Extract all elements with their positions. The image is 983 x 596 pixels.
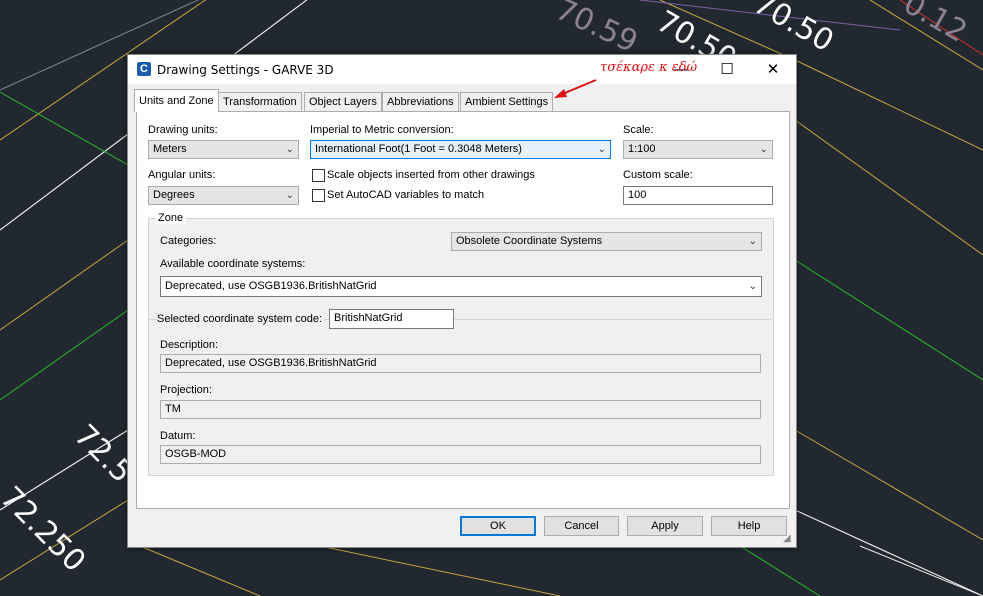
angular-units-label: Angular units: — [148, 169, 216, 181]
annotation-text: τσέκαρε κ εδώ — [600, 60, 698, 75]
projection-label: Projection: — [160, 384, 212, 396]
datum-field: OSGB-MOD — [160, 445, 761, 464]
custom-scale-input[interactable]: 100 — [623, 186, 773, 205]
imperial-conversion-value: International Foot(1 Foot = 0.3048 Meter… — [315, 143, 522, 155]
imperial-conversion-label: Imperial to Metric conversion: — [310, 124, 454, 136]
code-label: Selected coordinate system code: — [157, 313, 325, 325]
chevron-down-icon: ⌄ — [597, 144, 606, 155]
scale-value: 1:100 — [628, 143, 656, 155]
chevron-down-icon: ⌄ — [748, 281, 757, 292]
set-autocad-vars-label[interactable]: Set AutoCAD variables to match — [327, 189, 484, 201]
angular-units-value: Degrees — [153, 189, 195, 201]
custom-scale-label: Custom scale: — [623, 169, 693, 181]
civil-app-icon: C — [137, 62, 151, 76]
chevron-down-icon: ⌄ — [748, 236, 757, 247]
chevron-down-icon: ⌄ — [759, 144, 768, 155]
drawing-units-select[interactable]: Meters ⌄ — [148, 140, 299, 159]
datum-label: Datum: — [160, 430, 196, 442]
chevron-down-icon: ⌄ — [285, 190, 294, 201]
categories-value: Obsolete Coordinate Systems — [456, 235, 603, 247]
projection-field: TM — [160, 400, 761, 419]
maximize-button[interactable]: ☐ — [704, 55, 750, 84]
drawing-units-label: Drawing units: — [148, 124, 218, 136]
cancel-button[interactable]: Cancel — [544, 516, 619, 536]
available-systems-value: Deprecated, use OSGB1936.BritishNatGrid — [165, 280, 377, 292]
annotation-arrow-icon — [554, 79, 597, 98]
set-autocad-vars-checkbox[interactable] — [312, 189, 325, 202]
ok-button[interactable]: OK — [460, 516, 536, 536]
scale-objects-label[interactable]: Scale objects inserted from other drawin… — [327, 169, 535, 181]
close-button[interactable]: ✕ — [750, 55, 796, 84]
tab-units-and-zone[interactable]: Units and Zone — [134, 89, 219, 112]
description-field: Deprecated, use OSGB1936.BritishNatGrid — [160, 354, 761, 373]
scale-select[interactable]: 1:100 ⌄ — [623, 140, 773, 159]
categories-label: Categories: — [160, 235, 217, 247]
imperial-conversion-select[interactable]: International Foot(1 Foot = 0.3048 Meter… — [310, 140, 611, 159]
tab-ambient-settings[interactable]: Ambient Settings — [460, 92, 554, 112]
help-button[interactable]: Help — [711, 516, 787, 536]
tab-abbreviations[interactable]: Abbreviations — [382, 92, 459, 112]
dialog-title: Drawing Settings - GARVE 3D — [157, 63, 334, 77]
apply-button[interactable]: Apply — [627, 516, 703, 536]
tab-object-layers[interactable]: Object Layers — [304, 92, 382, 112]
zone-group-title: Zone — [155, 212, 187, 224]
code-input[interactable]: BritishNatGrid — [329, 309, 454, 329]
description-label: Description: — [160, 339, 219, 351]
chevron-down-icon: ⌄ — [285, 144, 294, 155]
scale-objects-checkbox[interactable] — [312, 169, 325, 182]
angular-units-select[interactable]: Degrees ⌄ — [148, 186, 299, 205]
categories-select[interactable]: Obsolete Coordinate Systems ⌄ — [451, 232, 762, 251]
resize-grip-icon[interactable]: ◢ — [783, 533, 981, 594]
zone-group — [148, 218, 774, 476]
available-systems-select[interactable]: Deprecated, use OSGB1936.BritishNatGrid … — [160, 276, 762, 297]
scale-label: Scale: — [623, 124, 654, 136]
tab-transformation[interactable]: Transformation — [218, 92, 302, 112]
drawing-units-value: Meters — [153, 143, 187, 155]
available-systems-label: Available coordinate systems: — [160, 258, 306, 270]
